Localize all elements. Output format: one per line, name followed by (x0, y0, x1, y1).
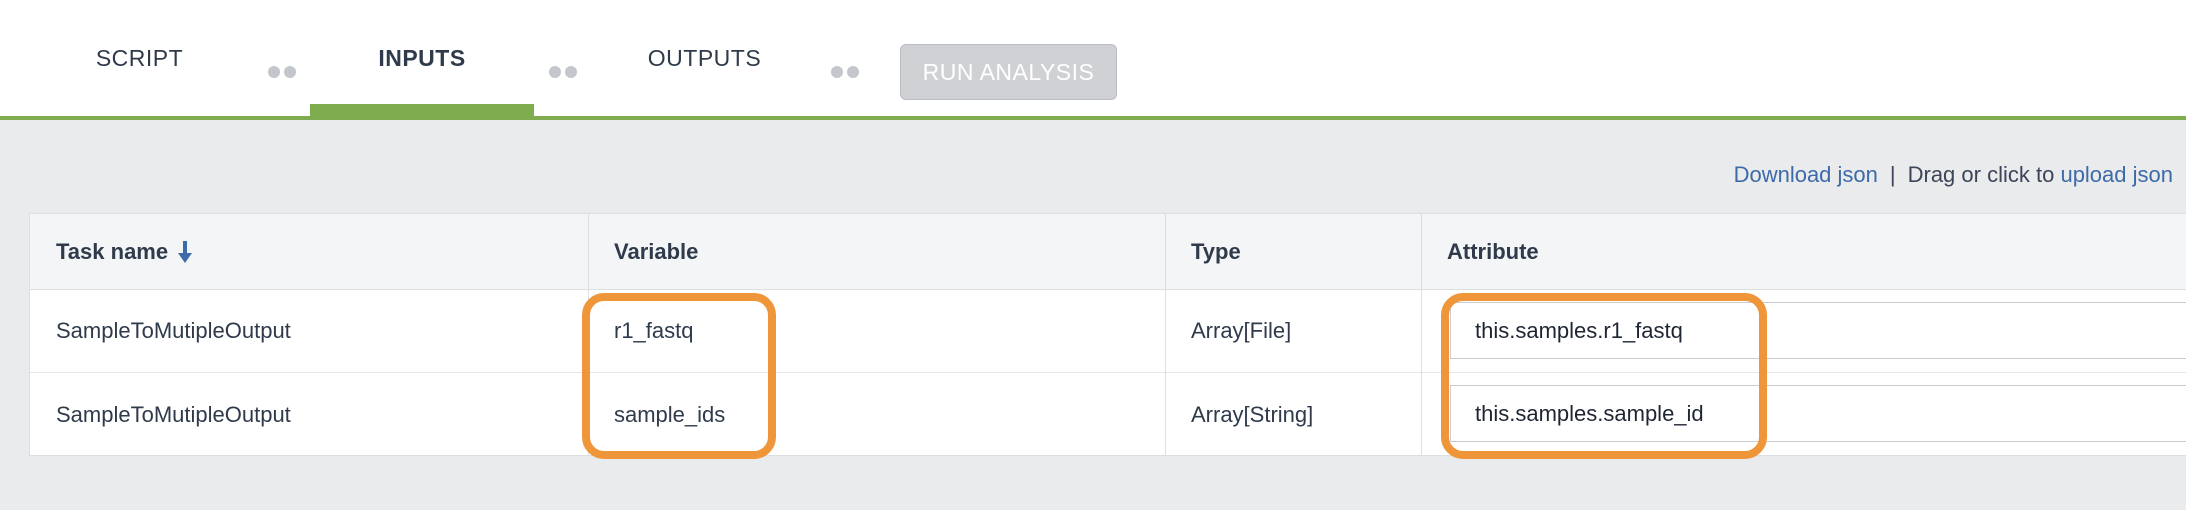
inputs-table: Task name Variable Type Attribute Sample… (29, 213, 2186, 456)
json-actions: Download json | Drag or click to upload js… (1734, 162, 2173, 188)
column-header-task-name-label: Task name (56, 238, 169, 264)
column-header-variable-label: Variable (614, 238, 699, 264)
table-row: SampleToMutipleOutput sample_ids Array[S… (30, 373, 2186, 456)
tab-outputs[interactable]: OUTPUTS (622, 0, 787, 116)
step-separator-dots-icon (549, 66, 577, 78)
column-header-variable: Variable (614, 214, 698, 289)
column-header-task-name[interactable]: Task name (56, 214, 193, 289)
arrow-down-icon[interactable] (178, 240, 193, 264)
attribute-input[interactable] (1450, 302, 2186, 359)
tab-inputs-label: INPUTS (378, 44, 466, 71)
run-analysis-label: RUN ANALYSIS (922, 58, 1095, 85)
column-header-type: Type (1191, 214, 1241, 289)
column-divider (588, 214, 589, 455)
workflow-step-bar: SCRIPT INPUTS OUTPUTS RUN ANALYSIS (0, 0, 2186, 120)
drag-upload-text: Drag or click to (1907, 162, 2055, 187)
tab-inputs[interactable]: INPUTS (310, 0, 534, 116)
step-separator-dots-icon (831, 66, 859, 78)
column-header-attribute: Attribute (1447, 214, 1539, 289)
task-name-cell: SampleToMutipleOutput (56, 401, 291, 427)
active-tab-indicator (310, 104, 534, 116)
type-cell: Array[File] (1191, 318, 1292, 343)
variable-cell: r1_fastq (614, 318, 694, 343)
column-header-attribute-label: Attribute (1447, 238, 1539, 264)
upload-json-link[interactable]: upload json (2060, 162, 2173, 187)
download-json-link[interactable]: Download json (1734, 162, 1878, 187)
tab-script-label: SCRIPT (95, 44, 184, 71)
attribute-input[interactable] (1450, 385, 2186, 442)
tab-outputs-label: OUTPUTS (647, 44, 762, 71)
tab-script[interactable]: SCRIPT (62, 0, 217, 116)
table-header-row: Task name Variable Type Attribute (30, 214, 2186, 290)
attribute-cell (1450, 290, 2186, 372)
table-row: SampleToMutipleOutput r1_fastq Array[Fil… (30, 290, 2186, 373)
column-divider (1165, 214, 1166, 455)
step-separator-dots-icon (268, 66, 296, 78)
variable-cell: sample_ids (614, 401, 726, 427)
column-header-type-label: Type (1191, 238, 1241, 264)
attribute-cell (1450, 373, 2186, 456)
type-cell: Array[String] (1191, 401, 1314, 427)
link-separator: | (1889, 162, 1896, 187)
run-analysis-button[interactable]: RUN ANALYSIS (900, 44, 1117, 100)
column-divider (1421, 214, 1422, 455)
task-name-cell: SampleToMutipleOutput (56, 318, 291, 343)
